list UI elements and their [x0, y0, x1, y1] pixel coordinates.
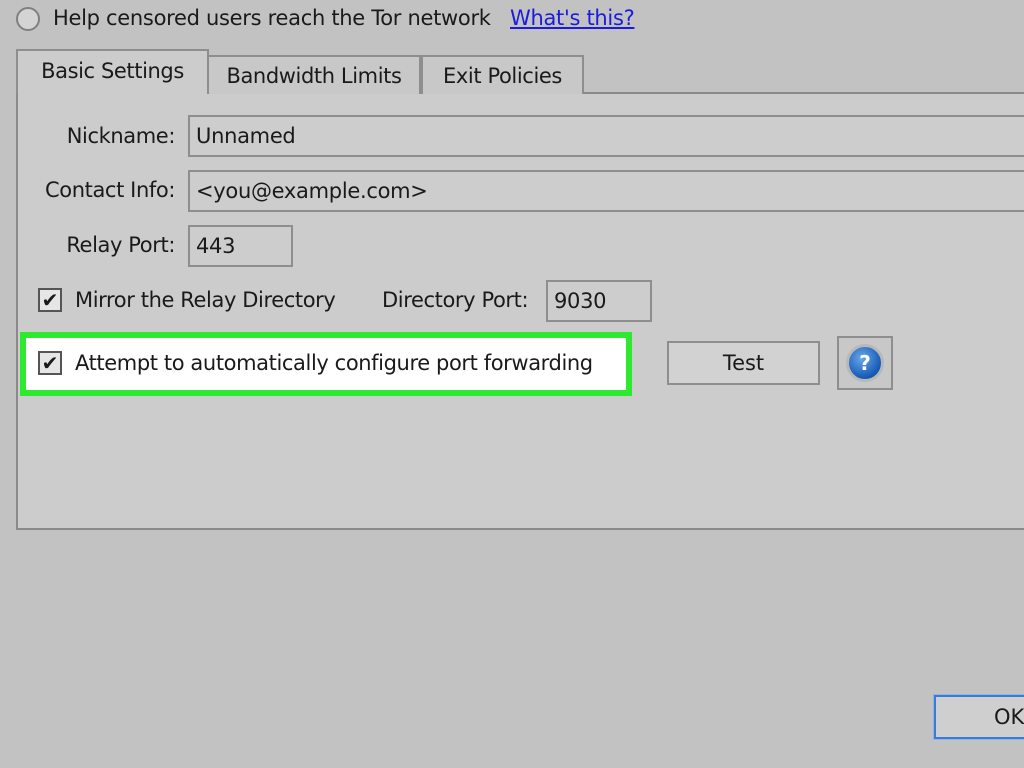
contact-info-input[interactable]: <you@example.com>	[188, 170, 1024, 212]
tab-bandwidth-limits[interactable]: Bandwidth Limits	[207, 55, 421, 94]
help-button[interactable]: ?	[837, 336, 893, 390]
tab-exit-policies[interactable]: Exit Policies	[421, 55, 584, 94]
checkmark-icon: ✔	[41, 351, 59, 375]
port-forwarding-label: Attempt to automatically configure port …	[75, 351, 593, 375]
tab-basic-settings[interactable]: Basic Settings	[16, 49, 209, 94]
port-forwarding-checkbox[interactable]: ✔	[38, 351, 62, 375]
mirror-directory-label: Mirror the Relay Directory	[75, 288, 336, 312]
mirror-directory-checkbox[interactable]: ✔	[38, 288, 62, 312]
whats-this-link[interactable]: What's this?	[510, 6, 635, 30]
nickname-label: Nickname:	[66, 124, 176, 148]
directory-port-label: Directory Port:	[382, 288, 529, 312]
directory-port-input[interactable]: 9030	[546, 280, 652, 322]
checkmark-icon: ✔	[41, 288, 59, 312]
relay-port-label: Relay Port:	[66, 233, 175, 257]
tor-bridge-radio-label: Help censored users reach the Tor networ…	[53, 6, 491, 30]
relay-port-input[interactable]: 443	[188, 225, 293, 267]
contact-info-label: Contact Info:	[45, 178, 175, 202]
ok-button[interactable]: OK	[933, 694, 1024, 740]
tor-bridge-radio[interactable]	[16, 7, 40, 31]
help-question-icon: ?	[846, 344, 884, 382]
test-button[interactable]: Test	[667, 341, 820, 385]
nickname-input[interactable]: Unnamed	[188, 115, 1024, 157]
